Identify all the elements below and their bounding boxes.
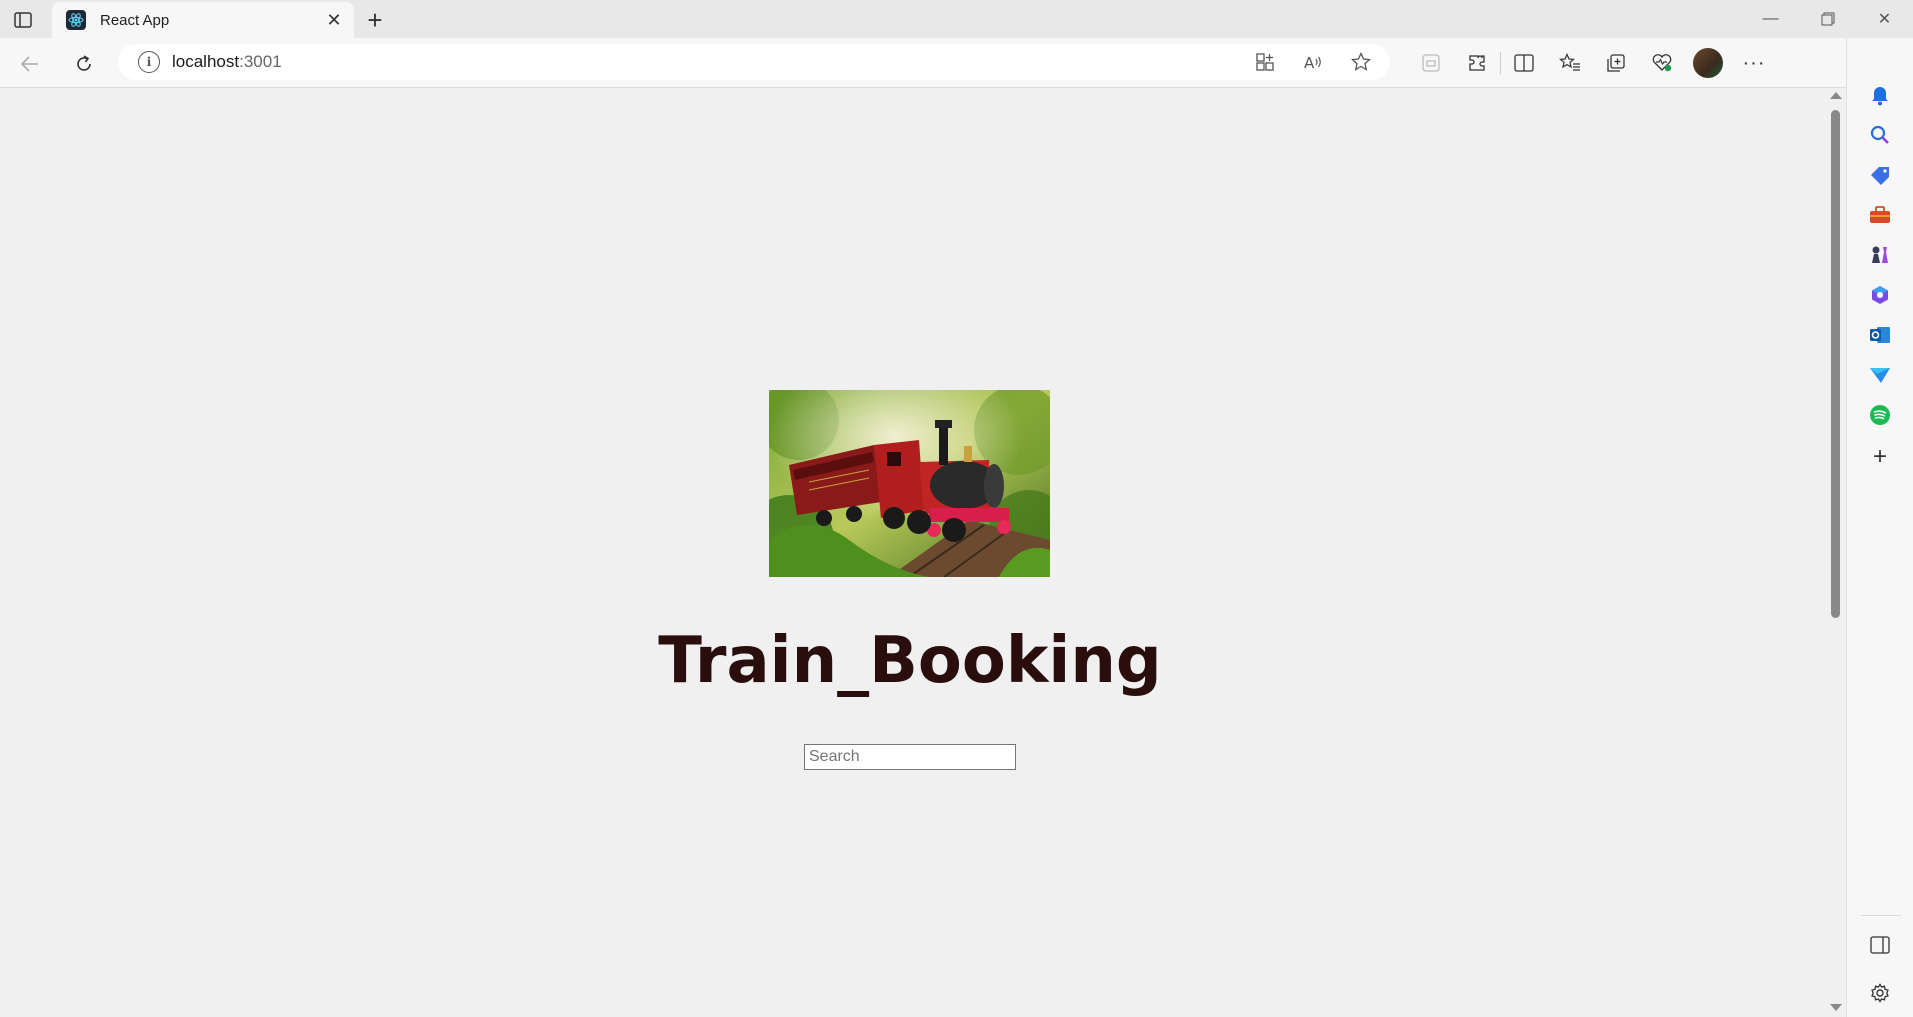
notifications-bell-icon[interactable] <box>1865 80 1895 110</box>
extensions-icon[interactable] <box>1454 47 1500 79</box>
app-available-icon[interactable] <box>1250 48 1280 76</box>
train-image <box>769 390 1050 577</box>
scroll-thumb[interactable] <box>1831 110 1840 618</box>
read-aloud-icon[interactable]: A <box>1298 48 1328 76</box>
sidebar-divider <box>1861 915 1901 916</box>
browser-essentials-icon[interactable] <box>1408 47 1454 79</box>
games-chess-icon[interactable] <box>1865 240 1895 270</box>
hide-sidebar-icon[interactable] <box>1865 930 1895 960</box>
spotify-icon[interactable] <box>1865 400 1895 430</box>
url-port: :3001 <box>239 52 282 71</box>
page-content: Train_Booking <box>0 89 1826 1017</box>
search-input[interactable] <box>804 744 1016 770</box>
scroll-down-arrow-icon[interactable] <box>1830 1004 1842 1011</box>
address-bar[interactable]: i localhost:3001 A <box>118 44 1390 80</box>
search-icon[interactable] <box>1865 120 1895 150</box>
toolbar-actions: ··· <box>1408 47 1777 79</box>
window-controls: — ✕ <box>1742 0 1913 38</box>
browser-tab[interactable]: React App ✕ <box>52 2 354 38</box>
restore-icon[interactable] <box>1799 0 1856 38</box>
edge-sidebar: + <box>1846 38 1913 1017</box>
tab-actions-icon[interactable] <box>8 6 38 34</box>
tab-title: React App <box>100 11 170 29</box>
page-scrollbar[interactable] <box>1826 88 1846 1017</box>
send-drop-icon[interactable] <box>1865 360 1895 390</box>
favorites-icon[interactable] <box>1547 47 1593 79</box>
browser-health-icon[interactable] <box>1639 47 1685 79</box>
react-icon <box>66 10 86 30</box>
site-info-icon[interactable]: i <box>138 51 160 73</box>
tools-briefcase-icon[interactable] <box>1865 200 1895 230</box>
profile-avatar[interactable] <box>1693 48 1723 78</box>
more-options-icon[interactable]: ··· <box>1731 47 1777 79</box>
browser-toolbar: i localhost:3001 A ··· <box>0 38 1913 88</box>
shopping-tag-icon[interactable] <box>1865 160 1895 190</box>
page-title: Train_Booking <box>658 624 1162 698</box>
scroll-up-arrow-icon[interactable] <box>1830 92 1842 99</box>
outlook-icon[interactable] <box>1865 320 1895 350</box>
refresh-icon[interactable] <box>68 48 100 80</box>
new-tab-button[interactable]: + <box>360 5 390 35</box>
url-text: localhost:3001 <box>172 52 282 72</box>
sidebar-settings-gear-icon[interactable] <box>1865 978 1895 1008</box>
url-host: localhost <box>172 52 240 71</box>
minimize-icon[interactable]: — <box>1742 0 1799 38</box>
back-icon[interactable] <box>14 48 46 80</box>
svg-text:A: A <box>1304 54 1315 71</box>
microsoft-365-icon[interactable] <box>1865 280 1895 310</box>
add-sidebar-app-icon[interactable]: + <box>1865 442 1895 472</box>
close-window-icon[interactable]: ✕ <box>1856 0 1913 38</box>
collections-icon[interactable] <box>1593 47 1639 79</box>
close-tab-icon[interactable]: ✕ <box>322 8 346 32</box>
tab-bar: React App ✕ + — ✕ <box>0 0 1913 38</box>
favorite-star-icon[interactable] <box>1346 48 1376 76</box>
split-screen-icon[interactable] <box>1501 47 1547 79</box>
